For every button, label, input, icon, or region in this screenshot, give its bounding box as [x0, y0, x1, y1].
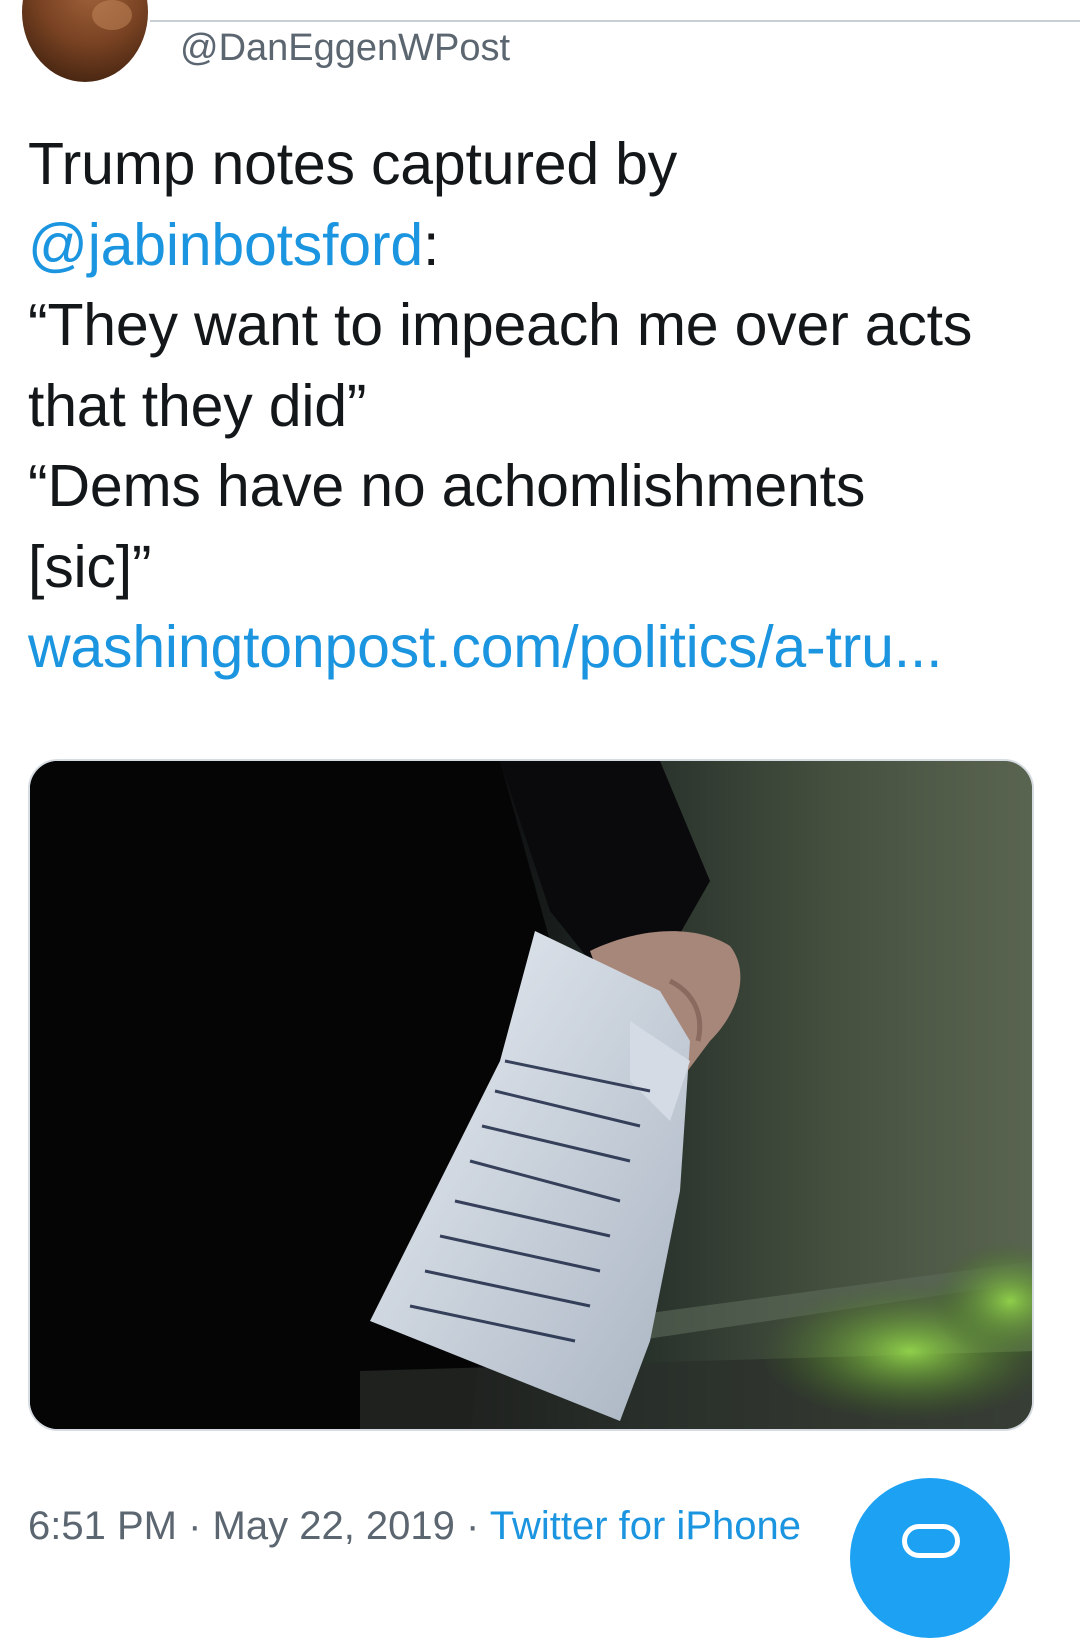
compose-button[interactable]: [850, 1478, 1010, 1638]
user-handle[interactable]: @DanEggenWPost: [180, 24, 510, 72]
tweet-line-1: Trump notes captured by: [28, 131, 678, 197]
tweet-source-link[interactable]: Twitter for iPhone: [490, 1504, 801, 1548]
tweet-line-3: “They want to impeach me over acts: [28, 292, 973, 358]
tweet-text: Trump notes captured by @jabinbotsford: …: [28, 124, 1058, 688]
article-url-link[interactable]: washingtonpost.com/politics/a-tru...: [28, 607, 1058, 688]
mention-link[interactable]: @jabinbotsford: [28, 212, 423, 278]
tweet-date: May 22, 2019: [212, 1504, 455, 1548]
user-avatar[interactable]: [22, 0, 148, 82]
meta-separator: ·: [176, 1504, 213, 1548]
tweet-line-2: @jabinbotsford:: [28, 205, 1058, 286]
compose-icon: [902, 1524, 960, 1558]
tweet-line-6: [sic]”: [28, 533, 152, 600]
top-divider: [150, 20, 1080, 22]
tweet-line-4: that they did”: [28, 372, 367, 439]
mention-suffix: :: [422, 211, 440, 278]
tweet-line-5: “Dems have no achomlishments: [28, 453, 866, 519]
tweet-time: 6:51 PM: [28, 1504, 177, 1548]
tweet-photo[interactable]: [28, 759, 1034, 1431]
tweet-metadata: 6:51 PM · May 22, 2019 · Twitter for iPh…: [28, 1500, 801, 1552]
meta-separator: ·: [454, 1504, 490, 1548]
